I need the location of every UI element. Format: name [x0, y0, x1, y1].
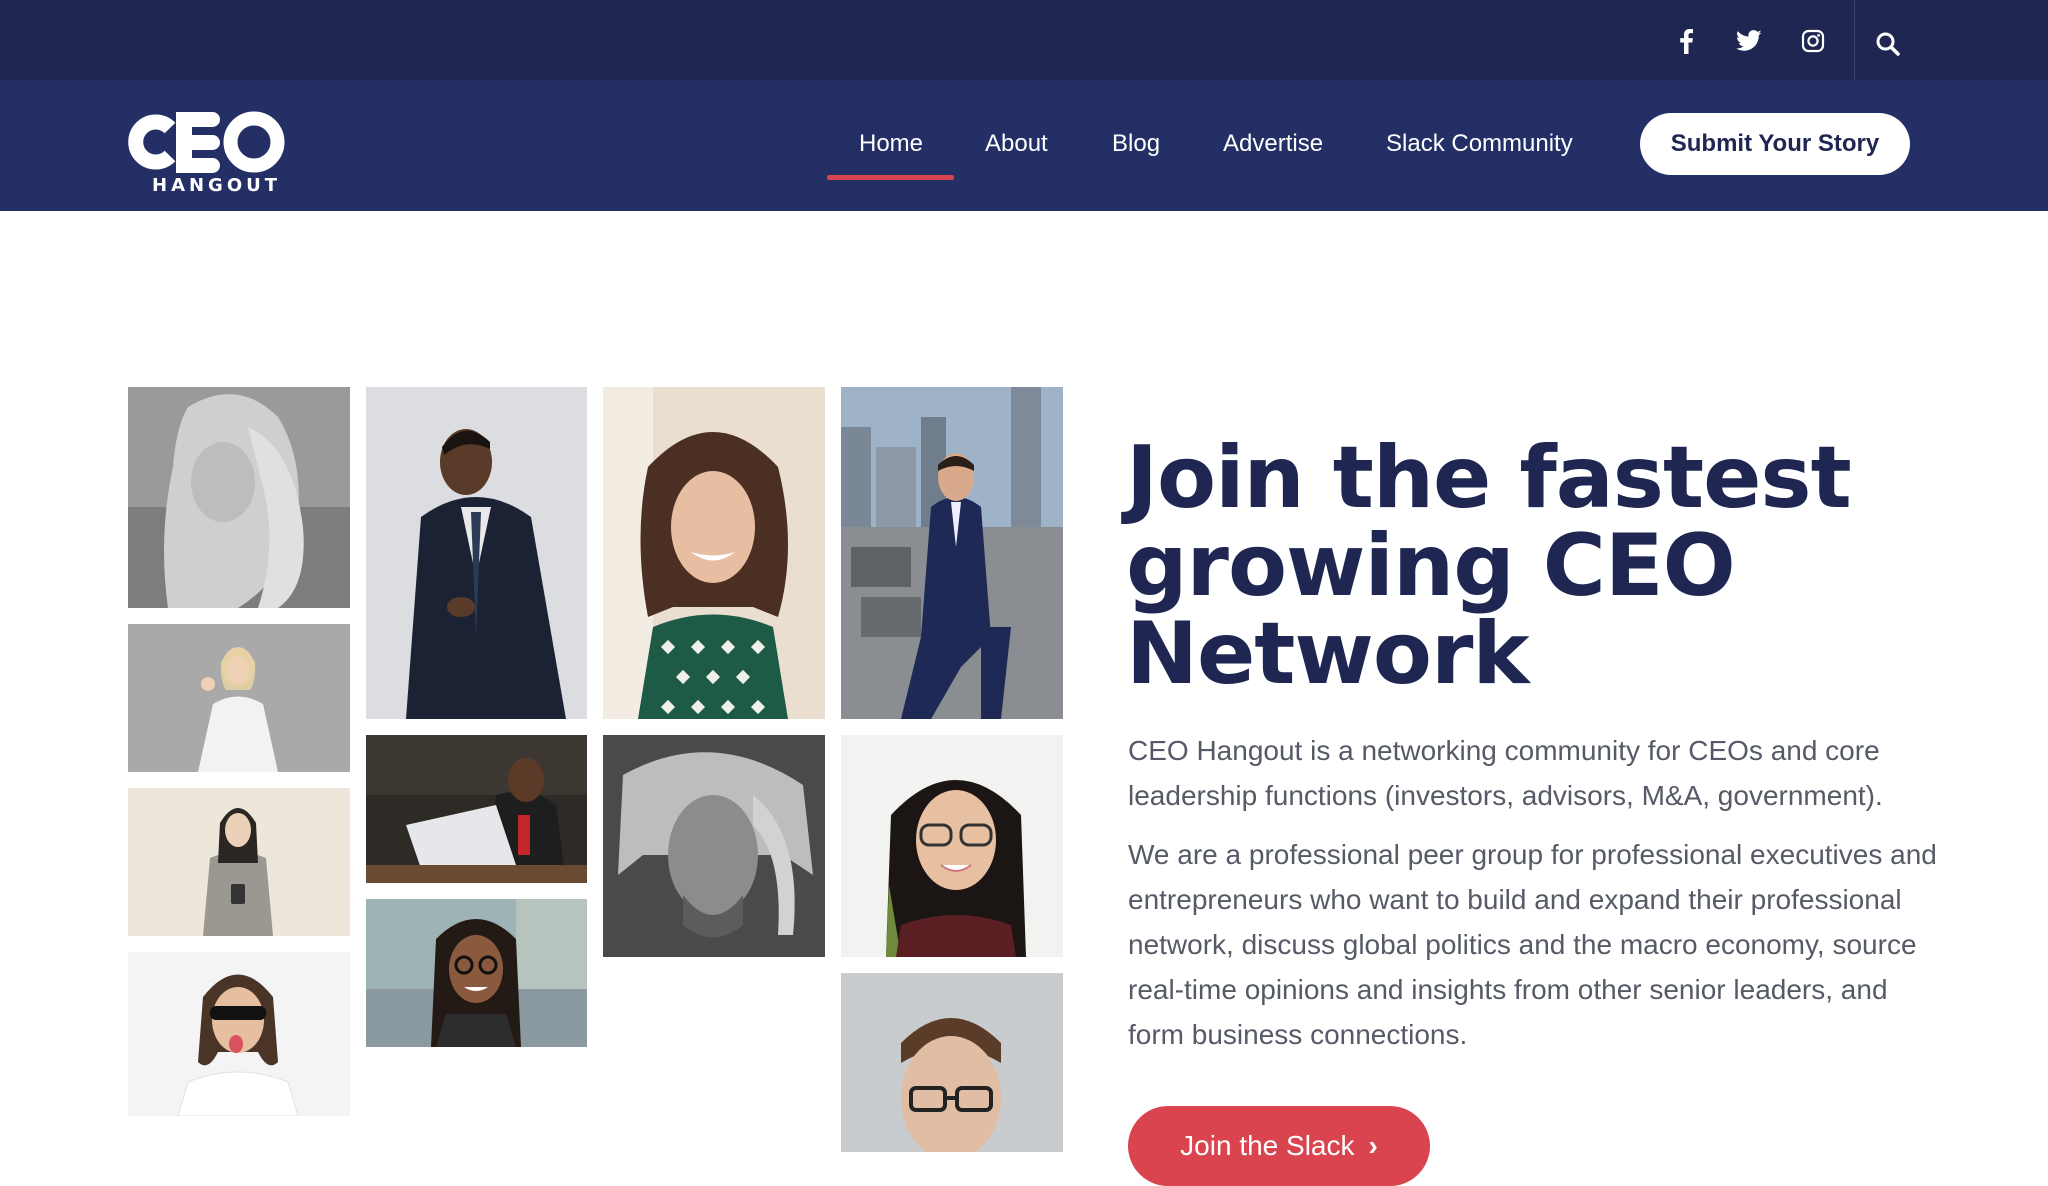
twitter-icon[interactable]: [1734, 26, 1764, 56]
nav-advertise[interactable]: Advertise: [1223, 124, 1323, 164]
topbar-divider: [1854, 0, 1855, 80]
nav-active-indicator: [827, 175, 954, 180]
photo-man-suit-buttoning: [366, 387, 587, 719]
hero-headline: Join the fastest growing CEO Network: [1126, 434, 2006, 698]
join-slack-button[interactable]: Join the Slack ›: [1128, 1106, 1430, 1186]
photo-man-laptop: [366, 735, 587, 883]
hero-description-paragraph: We are a professional peer group for pro…: [1128, 839, 1937, 1050]
photo-woman-glasses-whiteboard: [841, 735, 1063, 957]
submit-your-story-button[interactable]: Submit Your Story: [1640, 113, 1910, 175]
search-icon[interactable]: [1872, 28, 1904, 60]
chevron-right-icon: ›: [1368, 1130, 1378, 1161]
logo-subtitle: HANGOUT: [152, 175, 282, 196]
photo-man-rooftop: [841, 387, 1063, 719]
hero-headline-line-2: growing CEO: [1126, 516, 1736, 616]
photo-blonde-woman-bw: [128, 387, 350, 608]
hero-headline-line-1: Join the fastest: [1126, 428, 1852, 528]
instagram-icon[interactable]: [1798, 26, 1828, 56]
photo-man-sunglasses: [128, 952, 350, 1116]
photo-woman-smiling-curly: [603, 387, 825, 719]
hero-intro-paragraph: CEO Hangout is a networking community fo…: [1128, 735, 1883, 811]
nav-home[interactable]: Home: [859, 124, 923, 164]
photo-woman-white-shirt: [128, 624, 350, 772]
nav-about[interactable]: About: [985, 124, 1048, 164]
photo-woman-glasses-street: [366, 899, 587, 1047]
photo-man-glasses: [841, 973, 1063, 1152]
facebook-icon[interactable]: [1671, 26, 1701, 56]
nav-blog[interactable]: Blog: [1112, 124, 1160, 164]
photo-man-bw-hair: [603, 735, 825, 957]
hero-headline-line-3: Network: [1126, 604, 1530, 704]
nav-slack-community[interactable]: Slack Community: [1386, 124, 1573, 164]
join-slack-label: Join the Slack: [1180, 1130, 1355, 1161]
photo-woman-phone: [128, 788, 350, 936]
